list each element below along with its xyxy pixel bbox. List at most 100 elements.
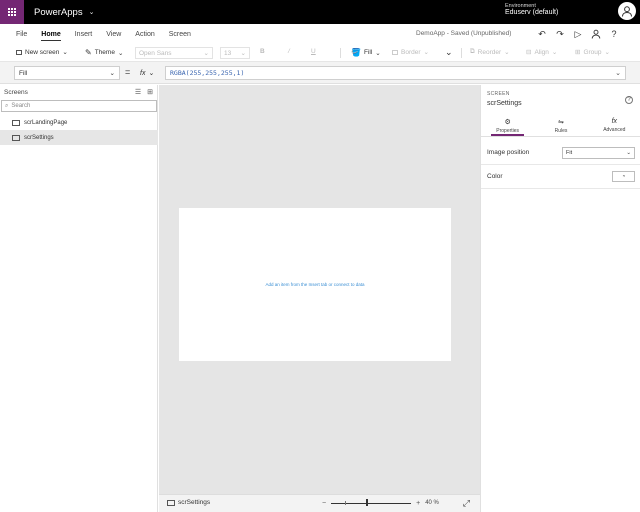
zoom-slider-thumb[interactable]: [366, 499, 369, 506]
environment-picker[interactable]: Environment Eduserv (default): [505, 3, 558, 17]
list-view-icon[interactable]: ☰: [135, 88, 141, 96]
design-canvas[interactable]: Add an item from the Insert tab or conne…: [159, 85, 480, 494]
zoom-slider[interactable]: [331, 498, 412, 508]
property-select[interactable]: Fill ⌄: [14, 66, 120, 80]
avatar[interactable]: [618, 2, 636, 20]
new-screen-button[interactable]: New screen ⌄: [16, 48, 68, 56]
chevron-down-icon: ⌄: [240, 50, 246, 57]
align-label: Align: [534, 48, 549, 56]
help-icon[interactable]: ?: [607, 27, 621, 41]
menu-home[interactable]: Home: [34, 24, 67, 44]
font-size-select[interactable]: 13 ⌄: [220, 47, 250, 59]
zoom-out-button[interactable]: −: [322, 500, 326, 507]
current-screen-label: scrSettings: [178, 499, 211, 506]
share-user-icon[interactable]: [589, 27, 603, 41]
chevron-down-icon: ⌄: [423, 49, 429, 56]
menu-screen[interactable]: Screen: [162, 24, 198, 44]
group-label: Group: [583, 48, 602, 56]
menu-view[interactable]: View: [99, 24, 128, 44]
waffle-icon: [7, 7, 17, 17]
chevron-down-icon: ⌄: [203, 50, 209, 57]
tab-advanced[interactable]: fx Advanced: [588, 115, 640, 136]
screen-icon: [167, 499, 175, 506]
font-value: Open Sans: [139, 49, 172, 57]
properties-tabs: ⚙ Properties ⇋ Rules fx Advanced: [481, 115, 640, 137]
selected-control-name: scrSettings: [487, 100, 522, 107]
image-position-label: Image position: [487, 149, 530, 156]
user-icon: [622, 6, 632, 17]
search-placeholder: Search: [11, 103, 31, 109]
save-status: DemoApp - Saved (Unpublished): [416, 30, 512, 37]
chevron-down-icon: ⌄: [109, 70, 115, 77]
fit-to-window-icon[interactable]: ⤢: [463, 498, 470, 509]
tab-properties[interactable]: ⚙ Properties: [481, 115, 534, 136]
screen-item-scrsettings[interactable]: scrSettings: [0, 130, 158, 145]
color-row: Color ◔: [481, 165, 640, 189]
app-title-label: PowerApps: [34, 6, 83, 18]
fx-button[interactable]: fx ⌄: [140, 66, 154, 80]
menu-file[interactable]: File: [9, 24, 34, 44]
thumbnail-view-icon[interactable]: ⊞: [147, 88, 153, 96]
rules-icon: ⇋: [558, 118, 564, 126]
menu-insert[interactable]: Insert: [68, 24, 100, 44]
screens-view-toggle: ☰ ⊞: [135, 88, 153, 96]
formula-expand-chevron-icon[interactable]: ⌄: [615, 69, 621, 77]
screen-artboard[interactable]: Add an item from the Insert tab or conne…: [179, 208, 451, 361]
tab-rules[interactable]: ⇋ Rules: [534, 115, 587, 136]
screens-search-input[interactable]: ⌕ Search: [1, 100, 157, 112]
underline-button[interactable]: U: [311, 48, 316, 55]
italic-button[interactable]: /: [288, 48, 290, 55]
undo-icon[interactable]: ↶: [535, 27, 549, 41]
property-value: Fill: [19, 69, 28, 77]
font-select[interactable]: Open Sans ⌄: [135, 47, 213, 59]
fill-icon: 🪣: [351, 48, 361, 57]
bold-label: B: [260, 48, 265, 55]
screen-icon: [12, 134, 20, 141]
empty-screen-hint[interactable]: Add an item from the Insert tab or conne…: [265, 282, 364, 287]
border-label: Border: [401, 48, 421, 56]
formula-bar: Fill ⌄ = fx ⌄ RGBA(255,255,255,1) ⌄: [0, 62, 640, 84]
screen-item-scrlandingpage[interactable]: scrLandingPage: [0, 115, 158, 130]
group-icon: ⊞: [575, 49, 581, 56]
search-icon: ⌕: [5, 102, 9, 109]
screen-item-label: scrLandingPage: [24, 119, 68, 126]
reorder-button[interactable]: ⧉ Reorder ⌄: [470, 48, 510, 56]
theme-button[interactable]: ✎ Theme ⌄: [85, 48, 123, 57]
align-button[interactable]: ⊟ Align ⌄: [526, 48, 557, 57]
menu-action[interactable]: Action: [128, 24, 161, 44]
new-screen-label: New screen: [25, 48, 60, 56]
screen-icon: [16, 49, 22, 55]
screen-item-label: scrSettings: [24, 134, 54, 141]
border-button[interactable]: Border ⌄: [392, 48, 429, 56]
screen-icon: [12, 119, 20, 126]
formula-input[interactable]: RGBA(255,255,255,1) ⌄: [165, 66, 626, 80]
color-picker[interactable]: ◔: [612, 171, 635, 182]
menu-bar: File Home Insert View Action Screen Demo…: [0, 24, 640, 44]
ribbon-expand-chevron-icon[interactable]: ⌄: [445, 47, 453, 58]
zoom-in-button[interactable]: +: [416, 500, 420, 507]
redo-icon[interactable]: ↷: [553, 27, 567, 41]
selected-control-type: SCREEN: [487, 91, 510, 97]
app-launcher-button[interactable]: [0, 0, 24, 24]
image-position-select[interactable]: Fit ⌄: [562, 146, 635, 159]
bold-button[interactable]: B: [260, 48, 265, 55]
reorder-icon: ⧉: [470, 48, 475, 55]
image-position-value: Fit: [566, 149, 573, 156]
help-icon[interactable]: ?: [625, 96, 633, 104]
play-icon[interactable]: ▷: [571, 27, 585, 41]
status-bar: scrSettings − + 40 % ⤢: [159, 494, 480, 512]
group-button[interactable]: ⊞ Group ⌄: [575, 48, 610, 57]
image-position-row: Image position Fit ⌄: [481, 141, 640, 165]
app-title[interactable]: PowerApps ⌄: [34, 7, 94, 18]
chevron-down-icon: ⌄: [148, 70, 155, 77]
fill-label: Fill: [363, 49, 373, 56]
tab-rules-label: Rules: [554, 127, 568, 134]
fill-button[interactable]: 🪣 Fill ⌄: [351, 48, 381, 57]
font-size-value: 13: [224, 49, 232, 57]
align-icon: ⊟: [526, 49, 532, 56]
current-screen-indicator[interactable]: scrSettings: [167, 499, 210, 506]
tab-properties-label: Properties: [496, 127, 520, 134]
chevron-down-icon: ⌄: [117, 49, 124, 57]
chevron-down-icon: ⌄: [504, 49, 510, 56]
screens-panel-title: Screens: [4, 89, 28, 96]
